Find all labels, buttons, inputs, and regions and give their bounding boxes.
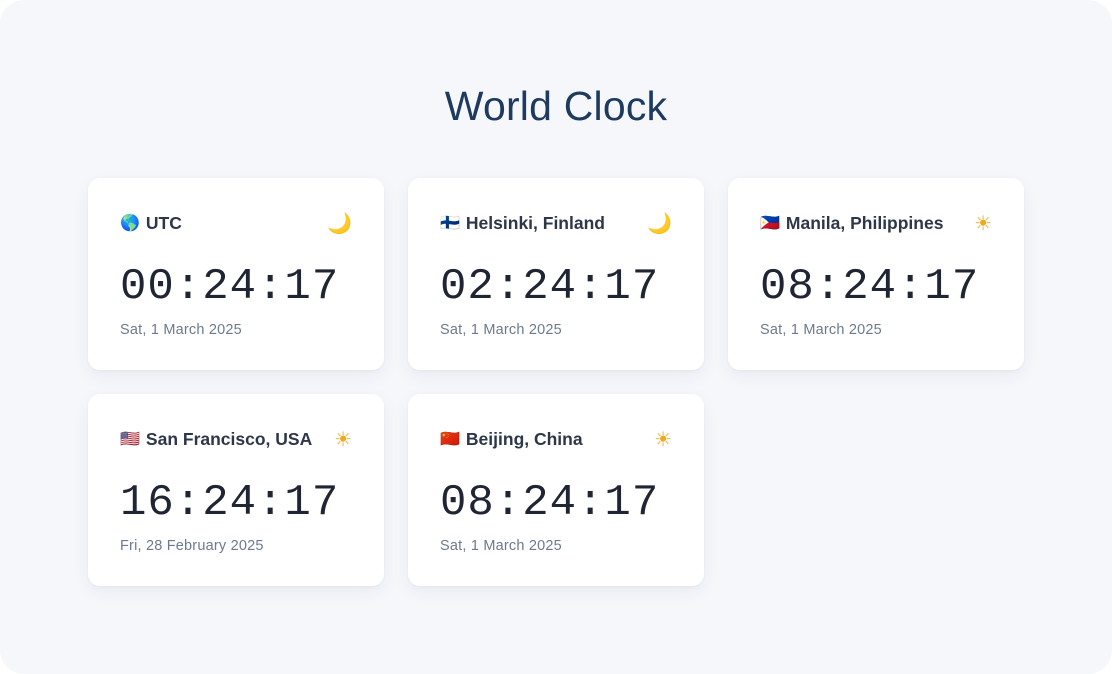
clock-card-beijing: 🇨🇳 Beijing, China ☀ 08:24:17 Sat, 1 Marc… (408, 394, 704, 586)
city-name: Manila, Philippines (785, 212, 944, 233)
page-title: World Clock (444, 83, 668, 129)
city-heading: 🇨🇳 Beijing, China (440, 429, 583, 450)
moon-icon: 🌙 (327, 211, 352, 235)
clock-time: 08:24:17 (760, 262, 980, 312)
usa-flag-icon: 🇺🇸 (120, 429, 140, 448)
clock-date: Sat, 1 March 2025 (440, 322, 562, 338)
city-name: UTC (145, 212, 182, 233)
moon-icon: 🌙 (647, 211, 672, 235)
clock-card-san-francisco: 🇺🇸 San Francisco, USA ☀ 16:24:17 Fri, 28… (88, 394, 384, 586)
clock-time: 00:24:17 (120, 262, 340, 312)
world-clock-app: World Clock 🌎 UTC 🌙 00:24:17 Sat, 1 Marc… (0, 0, 1112, 674)
card-header: 🇫🇮 Helsinki, Finland 🌙 (440, 210, 672, 236)
card-header: 🌎 UTC 🌙 (120, 210, 352, 236)
clock-card-manila: 🇵🇭 Manila, Philippines ☀ 08:24:17 Sat, 1… (728, 178, 1024, 370)
china-flag-icon: 🇨🇳 (440, 429, 460, 448)
globe-icon: 🌎 (120, 213, 140, 232)
card-header: 🇨🇳 Beijing, China ☀ (440, 426, 672, 452)
philippines-flag-icon: 🇵🇭 (760, 213, 780, 232)
clock-card-helsinki: 🇫🇮 Helsinki, Finland 🌙 02:24:17 Sat, 1 M… (408, 178, 704, 370)
city-name: San Francisco, USA (145, 428, 313, 449)
sun-icon: ☀ (974, 211, 992, 235)
clock-card-utc: 🌎 UTC 🌙 00:24:17 Sat, 1 March 2025 (88, 178, 384, 370)
city-heading: 🇺🇸 San Francisco, USA (120, 429, 312, 450)
clock-time: 08:24:17 (440, 478, 660, 528)
clock-time: 16:24:17 (120, 478, 340, 528)
clock-date: Fri, 28 February 2025 (120, 538, 264, 554)
sun-icon: ☀ (654, 427, 672, 451)
clock-grid: 🌎 UTC 🌙 00:24:17 Sat, 1 March 2025 🇫🇮 He… (88, 178, 1024, 586)
card-header: 🇵🇭 Manila, Philippines ☀ (760, 210, 992, 236)
clock-date: Sat, 1 March 2025 (440, 538, 562, 554)
city-name: Beijing, China (465, 428, 583, 449)
clock-time: 02:24:17 (440, 262, 660, 312)
clock-date: Sat, 1 March 2025 (120, 322, 242, 338)
city-heading: 🇫🇮 Helsinki, Finland (440, 213, 605, 234)
finland-flag-icon: 🇫🇮 (440, 213, 460, 232)
sun-icon: ☀ (334, 427, 352, 451)
city-name: Helsinki, Finland (465, 212, 605, 233)
card-header: 🇺🇸 San Francisco, USA ☀ (120, 426, 352, 452)
clock-date: Sat, 1 March 2025 (760, 322, 882, 338)
city-heading: 🇵🇭 Manila, Philippines (760, 213, 943, 234)
city-heading: 🌎 UTC (120, 213, 182, 234)
